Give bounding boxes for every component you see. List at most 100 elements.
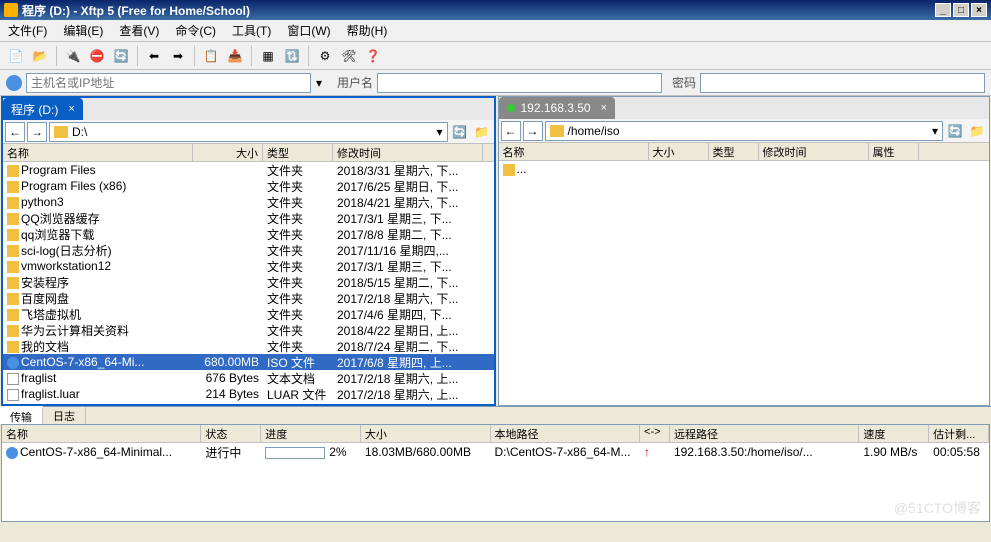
menu-help[interactable]: 帮助(H) [339, 22, 396, 39]
col-date[interactable]: 修改时间 [759, 143, 869, 160]
refresh-button[interactable]: 🔃 [281, 45, 303, 67]
disconnect-button[interactable]: ⛔ [86, 45, 108, 67]
remote-tab[interactable]: 192.168.3.50 × [499, 97, 616, 119]
tr-local: D:\CentOS-7-x86_64-M... [491, 445, 641, 459]
th-local[interactable]: 本地路径 [491, 425, 641, 442]
list-item[interactable]: 飞塔虚拟机文件夹2017/4/6 星期四, 下... [3, 306, 494, 322]
dropdown-button[interactable]: ▾ [311, 76, 327, 90]
path-dropdown-icon[interactable]: ▾ [436, 125, 442, 139]
list-item[interactable]: vmworkstation12文件夹2017/3/1 星期三, 下... [3, 258, 494, 274]
settings-button[interactable]: 🛠 [338, 45, 360, 67]
local-path: D:\ [72, 125, 87, 139]
remote-path-box[interactable]: /home/iso ▾ [545, 121, 944, 141]
local-file-list[interactable]: Program Files文件夹2018/3/31 星期六, 下...Progr… [3, 162, 494, 404]
newfolder-button[interactable]: 📁 [967, 121, 987, 141]
list-item[interactable]: fraglist.luar214 BytesLUAR 文件2017/2/18 星… [3, 386, 494, 402]
paste-button[interactable]: 📥 [224, 45, 246, 67]
list-item[interactable]: Program Files文件夹2018/3/31 星期六, 下... [3, 162, 494, 178]
close-button[interactable]: × [971, 3, 987, 17]
pass-label: 密码 [672, 74, 696, 91]
close-tab-icon[interactable]: × [68, 103, 74, 115]
transfer-tab[interactable]: 传输 [0, 406, 43, 424]
menu-window[interactable]: 窗口(W) [279, 22, 338, 39]
list-item[interactable]: fraglist676 Bytes文本文档2017/2/18 星期六, 上... [3, 370, 494, 386]
user-label: 用户名 [337, 74, 373, 91]
progress-bar [265, 447, 325, 459]
new-button[interactable]: 📄 [5, 45, 27, 67]
col-type[interactable]: 类型 [709, 143, 759, 160]
th-size[interactable]: 大小 [361, 425, 491, 442]
folder-icon [550, 125, 564, 137]
view-button[interactable]: ▦ [257, 45, 279, 67]
window-title: 程序 (D:) - Xftp 5 (Free for Home/School) [22, 2, 250, 19]
col-name[interactable]: 名称 [499, 143, 649, 160]
local-path-box[interactable]: D:\ ▾ [49, 122, 448, 142]
sync-button[interactable]: ⚙ [314, 45, 336, 67]
pass-input[interactable] [700, 73, 985, 93]
list-item[interactable]: sci-log(日志分析)文件夹2017/11/16 星期四,... [3, 242, 494, 258]
th-progress[interactable]: 进度 [261, 425, 361, 442]
col-attr[interactable]: 属性 [869, 143, 919, 160]
list-item[interactable]: 安装程序文件夹2018/5/15 星期二, 下... [3, 274, 494, 290]
th-dir[interactable]: <-> [640, 425, 670, 442]
transfer-row[interactable]: CentOS-7-x86_64-Minimal... 进行中 2% 18.03M… [2, 443, 989, 461]
host-input[interactable] [26, 73, 311, 93]
th-eta[interactable]: 估计剩... [929, 425, 989, 442]
col-size[interactable]: 大小 [649, 143, 709, 160]
back-button[interactable]: ⬅ [143, 45, 165, 67]
fwd-nav-button[interactable]: → [27, 122, 47, 142]
maximize-button[interactable]: □ [953, 3, 969, 17]
list-item[interactable]: QQ浏览器缓存文件夹2017/3/1 星期三, 下... [3, 210, 494, 226]
list-item[interactable]: Program Files (x86)文件夹2017/6/25 星期日, 下..… [3, 178, 494, 194]
remote-file-list[interactable]: ... [499, 161, 990, 405]
close-tab-icon[interactable]: × [601, 102, 607, 114]
connected-dot-icon [507, 104, 515, 112]
reconnect-button[interactable]: 🔄 [110, 45, 132, 67]
forward-button[interactable]: ➡ [167, 45, 189, 67]
back-nav-button[interactable]: ← [5, 122, 25, 142]
copy-button[interactable]: 📋 [200, 45, 222, 67]
menu-tools[interactable]: 工具(T) [224, 22, 279, 39]
connect-button[interactable]: 🔌 [62, 45, 84, 67]
folder-icon [7, 293, 19, 305]
menu-view[interactable]: 查看(V) [111, 22, 167, 39]
col-size[interactable]: 大小 [193, 144, 263, 161]
local-pane: 程序 (D:) × ← → D:\ ▾ 🔄 📁 名称 大小 类型 修改时间 Pr… [1, 96, 496, 406]
toolbar: 📄 📂 🔌 ⛔ 🔄 ⬅ ➡ 📋 📥 ▦ 🔃 ⚙ 🛠 ❓ [0, 42, 991, 70]
up-button[interactable]: 🔄 [450, 122, 470, 142]
th-remote[interactable]: 远程路径 [670, 425, 859, 442]
tr-size: 18.03MB/680.00MB [361, 445, 491, 459]
menu-cmd[interactable]: 命令(C) [167, 22, 224, 39]
addressbar: ▾ 用户名 密码 [0, 70, 991, 96]
menu-edit[interactable]: 编辑(E) [55, 22, 111, 39]
list-item[interactable]: ... [499, 161, 990, 177]
col-date[interactable]: 修改时间 [333, 144, 483, 161]
list-item[interactable]: 华为云计算相关资料文件夹2018/4/22 星期日, 上... [3, 322, 494, 338]
th-speed[interactable]: 速度 [859, 425, 929, 442]
folder-icon [503, 164, 515, 176]
log-tab[interactable]: 日志 [43, 407, 86, 424]
list-item[interactable]: 百度网盘文件夹2017/2/18 星期六, 下... [3, 290, 494, 306]
user-input[interactable] [377, 73, 662, 93]
list-item[interactable]: python3文件夹2018/4/21 星期六, 下... [3, 194, 494, 210]
th-name[interactable]: 名称 [2, 425, 201, 442]
minimize-button[interactable]: _ [935, 3, 951, 17]
file-icon [7, 389, 19, 401]
local-tab[interactable]: 程序 (D:) × [3, 98, 83, 120]
col-name[interactable]: 名称 [3, 144, 193, 161]
fwd-nav-button[interactable]: → [523, 121, 543, 141]
file-icon [7, 373, 19, 385]
newfolder-button[interactable]: 📁 [472, 122, 492, 142]
open-button[interactable]: 📂 [29, 45, 51, 67]
path-dropdown-icon[interactable]: ▾ [932, 124, 938, 138]
list-item[interactable]: 我的文档文件夹2018/7/24 星期二, 下... [3, 338, 494, 354]
list-item[interactable]: CentOS-7-x86_64-Mi...680.00MBISO 文件2017/… [3, 354, 494, 370]
th-status[interactable]: 状态 [201, 425, 261, 442]
back-nav-button[interactable]: ← [501, 121, 521, 141]
iso-icon [7, 357, 19, 369]
help-button[interactable]: ❓ [362, 45, 384, 67]
col-type[interactable]: 类型 [263, 144, 333, 161]
list-item[interactable]: qq浏览器下载文件夹2017/8/8 星期二, 下... [3, 226, 494, 242]
up-button[interactable]: 🔄 [945, 121, 965, 141]
menu-file[interactable]: 文件(F) [0, 22, 55, 39]
